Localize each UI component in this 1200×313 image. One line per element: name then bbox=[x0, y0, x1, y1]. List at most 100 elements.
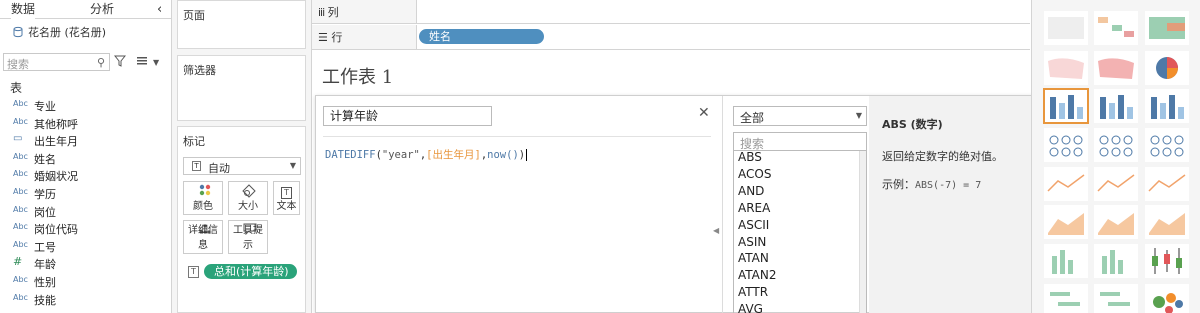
packed-bubbles-icon[interactable] bbox=[1145, 284, 1189, 313]
calc-name-input[interactable]: 计算年龄 bbox=[323, 106, 492, 126]
field-item[interactable]: Abc 技能 bbox=[0, 291, 170, 308]
formula-string: "year" bbox=[381, 149, 420, 161]
size-button[interactable]: 大小 bbox=[228, 181, 268, 215]
field-name: 婚姻状况 bbox=[34, 170, 78, 184]
stacked-bar-icon[interactable] bbox=[1094, 89, 1138, 123]
columns-label: iii 列 bbox=[318, 4, 339, 20]
chevron-down-icon[interactable]: ▼ bbox=[153, 58, 159, 67]
area-discrete-icon[interactable] bbox=[1094, 205, 1138, 239]
field-item[interactable]: Abc 性别 bbox=[0, 273, 170, 290]
scatter-plot-icon[interactable] bbox=[1044, 244, 1088, 278]
pie-chart-icon[interactable] bbox=[1145, 51, 1189, 85]
function-item[interactable]: AREA bbox=[738, 201, 770, 215]
filter-icon[interactable] bbox=[113, 55, 127, 70]
function-search-placeholder: 搜索 bbox=[740, 137, 765, 151]
pages-title: 页面 bbox=[183, 9, 205, 22]
calendar-icon: ▭ bbox=[13, 133, 23, 145]
help-example-label: 示例： bbox=[882, 178, 915, 191]
collapse-pane-icon[interactable]: ‹ bbox=[157, 0, 162, 19]
calculation-editor: 计算年龄 ✕ DATEDIFF("year",[出生年月],now()) ◀ 全… bbox=[315, 95, 1095, 313]
field-item[interactable]: Abc 姓名 bbox=[0, 150, 170, 167]
rows-pill-name[interactable]: 姓名 bbox=[419, 29, 544, 44]
detail-button[interactable]: 详细信息 bbox=[183, 220, 223, 254]
heat-map-icon[interactable] bbox=[1094, 11, 1138, 45]
formula-paren-close: ) bbox=[518, 149, 526, 161]
function-item[interactable]: ATAN bbox=[738, 251, 769, 265]
field-name: 学历 bbox=[34, 188, 56, 201]
dual-combination-icon[interactable] bbox=[1145, 205, 1189, 239]
string-type-icon: Abc bbox=[13, 204, 28, 214]
function-item[interactable]: ATTR bbox=[738, 285, 768, 299]
circle-view-icon[interactable] bbox=[1094, 128, 1138, 162]
formula-editor[interactable]: DATEDIFF("year",[出生年月],now()) bbox=[325, 147, 528, 162]
rows-drop-area[interactable]: 姓名 bbox=[416, 25, 1030, 49]
datasource[interactable]: 花名册 (花名册) bbox=[12, 26, 106, 40]
field-item[interactable]: # 年龄 bbox=[0, 255, 170, 272]
mark-type-label: 自动 bbox=[208, 162, 230, 175]
tooltip-button[interactable]: 工具提示 bbox=[228, 220, 268, 254]
field-item[interactable]: ▭ 出生年月 bbox=[0, 132, 170, 149]
mark-type-dropdown[interactable]: T 自动 ▼ bbox=[183, 157, 301, 175]
highlight-table-icon[interactable] bbox=[1145, 11, 1189, 45]
gantt-chart-icon[interactable] bbox=[1044, 284, 1088, 313]
function-list-scrollbar[interactable] bbox=[859, 151, 866, 313]
section-title: 表 bbox=[10, 81, 23, 95]
filters-title: 筛选器 bbox=[183, 64, 216, 77]
datasource-icon bbox=[13, 26, 23, 38]
line-discrete-icon[interactable] bbox=[1094, 167, 1138, 201]
formula-now: now() bbox=[487, 149, 519, 161]
columns-icon: iii bbox=[318, 6, 325, 19]
function-item[interactable]: AND bbox=[738, 184, 764, 198]
view-options-icon[interactable] bbox=[136, 55, 148, 70]
side-by-side-circle-icon[interactable] bbox=[1145, 128, 1189, 162]
color-button[interactable]: 颜色 bbox=[183, 181, 223, 215]
function-item[interactable]: ASCII bbox=[738, 218, 769, 232]
area-continuous-icon[interactable] bbox=[1044, 205, 1088, 239]
string-type-icon: Abc bbox=[13, 99, 28, 108]
bullet-graph-icon[interactable] bbox=[1094, 284, 1138, 313]
field-item[interactable]: Abc 工号 bbox=[0, 238, 170, 255]
cards-column: 页面 筛选器 标记 T 自动 ▼ 颜色 大小 T 文本 详细信息 工具提示 T … bbox=[172, 0, 312, 313]
field-item[interactable]: Abc 婚姻状况 bbox=[0, 167, 170, 184]
field-search-input[interactable]: 搜索 ⚲ bbox=[3, 53, 110, 71]
field-item[interactable]: Abc 岗位 bbox=[0, 203, 170, 220]
function-category-dropdown[interactable]: 全部 ▼ bbox=[733, 106, 867, 126]
mark-pill-sum-age[interactable]: 总和(计算年龄) bbox=[204, 264, 297, 279]
function-search-input[interactable]: 搜索 bbox=[733, 132, 867, 151]
tab-analysis[interactable]: 分析 bbox=[90, 0, 114, 19]
filled-map-icon[interactable] bbox=[1094, 51, 1138, 85]
function-item[interactable]: ATAN2 bbox=[738, 268, 777, 282]
text-table-icon[interactable] bbox=[1044, 11, 1088, 45]
search-icon: ⚲ bbox=[96, 56, 105, 69]
function-item[interactable]: ACOS bbox=[738, 167, 771, 181]
field-item[interactable]: Abc 专业 bbox=[0, 97, 170, 114]
columns-drop-area[interactable] bbox=[416, 0, 1030, 23]
field-name: 年龄 bbox=[34, 258, 56, 272]
box-plot-icon[interactable] bbox=[1145, 244, 1189, 278]
field-item[interactable]: Abc 学历 bbox=[0, 185, 170, 202]
function-item[interactable]: ABS bbox=[738, 151, 762, 164]
field-item[interactable]: Abc 岗位代码 bbox=[0, 220, 170, 237]
field-name: 工号 bbox=[34, 240, 56, 254]
field-name: 岗位代码 bbox=[34, 223, 78, 237]
line-continuous-icon[interactable] bbox=[1044, 167, 1088, 201]
dual-line-icon[interactable] bbox=[1145, 167, 1189, 201]
symbol-map-icon[interactable] bbox=[1044, 51, 1088, 85]
text-mark-icon: T bbox=[188, 266, 199, 278]
histogram-icon[interactable] bbox=[1094, 244, 1138, 278]
filters-card[interactable]: 筛选器 bbox=[177, 55, 306, 121]
collapse-left-icon[interactable]: ◀ bbox=[713, 226, 719, 235]
close-icon[interactable]: ✕ bbox=[698, 105, 710, 121]
text-cursor bbox=[526, 149, 528, 161]
field-item[interactable]: Abc 其他称呼 bbox=[0, 115, 170, 132]
worksheet-title[interactable]: 工作表 1 bbox=[322, 63, 393, 89]
side-by-side-bar-icon[interactable] bbox=[1145, 89, 1189, 123]
size-icon bbox=[242, 184, 256, 198]
function-item[interactable]: ASIN bbox=[738, 235, 766, 249]
treemap-icon[interactable] bbox=[1044, 128, 1088, 162]
tab-data[interactable]: 数据 bbox=[11, 0, 36, 19]
rows-label-text: 行 bbox=[331, 31, 343, 44]
pages-card[interactable]: 页面 bbox=[177, 0, 306, 49]
text-button[interactable]: T 文本 bbox=[273, 181, 300, 215]
function-item[interactable]: AVG bbox=[738, 302, 763, 313]
